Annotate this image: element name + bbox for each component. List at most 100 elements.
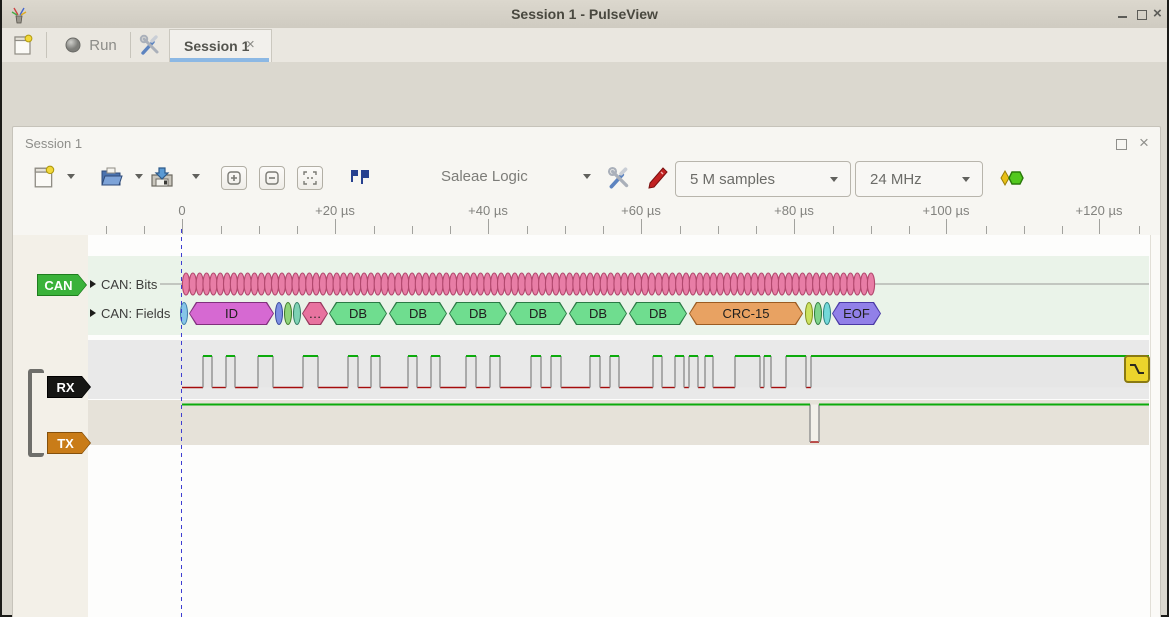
- ruler-tick-label: +100 µs: [923, 203, 970, 218]
- can-field-db: DB: [329, 302, 387, 325]
- decoder-tag-can[interactable]: CAN: [37, 274, 87, 296]
- add-decoder-button[interactable]: [998, 167, 1026, 189]
- ruler-minor-tick: [871, 226, 872, 234]
- ruler-minor-tick: [718, 226, 719, 234]
- new-file-dropdown-caret[interactable]: [67, 174, 75, 179]
- main-toolbar: Run Session 1 ×: [2, 28, 1167, 63]
- zoom-out-button[interactable]: [259, 166, 285, 190]
- can-field-id: ID: [189, 302, 274, 325]
- can-field-bit: [275, 302, 283, 325]
- decoder-row-bits-label[interactable]: CAN: Bits: [101, 277, 157, 292]
- sample-rate-value: 24 MHz: [870, 171, 962, 188]
- ruler-minor-tick: [603, 226, 604, 234]
- cursors-icon: [348, 167, 370, 189]
- ruler-minor-tick: [374, 226, 375, 234]
- can-field-bit: [823, 302, 831, 325]
- restore-icon[interactable]: [1116, 139, 1127, 150]
- device-config-button[interactable]: [605, 165, 633, 191]
- channels-button[interactable]: [643, 165, 669, 191]
- trigger-marker-falling-edge[interactable]: [1124, 355, 1150, 383]
- toolbar-separator: [46, 32, 47, 58]
- settings-button[interactable]: [136, 32, 164, 58]
- waveform-view[interactable]: [88, 235, 1149, 617]
- ruler-minor-tick: [565, 226, 566, 234]
- ruler-minor-tick: [259, 226, 260, 234]
- tab-session-1[interactable]: Session 1 ×: [169, 29, 272, 62]
- time-ruler[interactable]: 0+20 µs+40 µs+60 µs+80 µs+100 µs+120 µs: [13, 197, 1158, 235]
- ruler-major-tick: [794, 219, 795, 234]
- minimize-button[interactable]: [1118, 16, 1127, 18]
- device-selector[interactable]: Saleae Logic: [441, 168, 528, 185]
- run-state-icon: [65, 37, 81, 53]
- ruler-major-tick: [182, 219, 183, 234]
- ruler-minor-tick: [680, 226, 681, 234]
- ruler-major-tick: [946, 219, 947, 234]
- ruler-minor-tick: [450, 226, 451, 234]
- window-title: Session 1 - PulseView: [2, 6, 1167, 22]
- ruler-minor-tick: [1139, 226, 1140, 234]
- expand-arrow-icon[interactable]: [90, 280, 96, 288]
- zoom-fit-button[interactable]: [297, 166, 323, 190]
- signal-tag-tx[interactable]: TX: [47, 432, 91, 454]
- ruler-minor-tick: [909, 226, 910, 234]
- sample-rate-select[interactable]: 24 MHz: [855, 161, 983, 197]
- can-field-…: …: [302, 302, 328, 325]
- open-dropdown-caret[interactable]: [135, 174, 143, 179]
- zoom-fit-icon: [303, 171, 317, 185]
- can-field-db: DB: [389, 302, 447, 325]
- ruler-tick-label: +20 µs: [315, 203, 355, 218]
- toolbar-separator: [130, 32, 131, 58]
- ruler-minor-tick: [412, 226, 413, 234]
- subwindow-close-icon[interactable]: ×: [1139, 133, 1149, 153]
- new-file-button[interactable]: [31, 163, 57, 191]
- ruler-minor-tick: [1024, 226, 1025, 234]
- save-dropdown-caret[interactable]: [192, 174, 200, 179]
- ruler-major-tick: [335, 219, 336, 234]
- samples-dropdown-caret: [830, 177, 838, 182]
- pulseview-window: Session 1 - PulseView × Run: [0, 0, 1169, 617]
- can-field-db: DB: [629, 302, 687, 325]
- tx-tag-label: TX: [57, 436, 74, 451]
- can-field-db: DB: [509, 302, 567, 325]
- ruler-minor-tick: [756, 226, 757, 234]
- signal-tag-rx[interactable]: RX: [47, 376, 91, 398]
- sample-count-value: 5 M samples: [690, 171, 830, 188]
- ruler-tick-label: 0: [178, 203, 185, 218]
- expand-arrow-icon[interactable]: [90, 309, 96, 317]
- show-cursors-button[interactable]: [346, 165, 372, 191]
- can-field-crc-15: CRC-15: [689, 302, 803, 325]
- ruler-minor-tick: [106, 226, 107, 234]
- ruler-major-tick: [641, 219, 642, 234]
- run-button[interactable]: Run: [56, 32, 126, 58]
- ruler-tick-label: +120 µs: [1076, 203, 1123, 218]
- tab-close-icon[interactable]: ×: [246, 36, 255, 53]
- time-zero-cursor[interactable]: [181, 229, 182, 617]
- ruler-minor-tick: [986, 226, 987, 234]
- falling-edge-icon: [1129, 361, 1145, 377]
- device-dropdown-caret[interactable]: [583, 174, 591, 179]
- rate-dropdown-caret: [962, 177, 970, 182]
- tools-icon: [138, 33, 162, 57]
- close-button[interactable]: ×: [1153, 5, 1162, 22]
- subwindow-title: Session 1: [25, 136, 82, 151]
- can-field-eof: EOF: [832, 302, 881, 325]
- new-session-button[interactable]: [10, 33, 36, 57]
- vertical-scrollbar[interactable]: [1150, 235, 1160, 617]
- run-label: Run: [89, 37, 117, 54]
- probe-icon: [644, 166, 668, 190]
- zoom-in-icon: [227, 171, 241, 185]
- ruler-minor-tick: [144, 226, 145, 234]
- zoom-out-icon: [265, 171, 279, 185]
- sample-count-select[interactable]: 5 M samples: [675, 161, 851, 197]
- save-button[interactable]: [148, 163, 176, 191]
- mdi-area: Session 1 ×: [2, 62, 1167, 615]
- ruler-tick-label: +80 µs: [774, 203, 814, 218]
- maximize-button[interactable]: [1137, 10, 1147, 20]
- zoom-in-button[interactable]: [221, 166, 247, 190]
- decoder-icon: [999, 168, 1025, 188]
- open-button[interactable]: [98, 163, 124, 191]
- title-bar[interactable]: Session 1 - PulseView ×: [2, 0, 1167, 29]
- ruler-major-tick: [488, 219, 489, 234]
- trace-group-bracket[interactable]: [28, 369, 44, 457]
- decoder-row-fields-label[interactable]: CAN: Fields: [101, 306, 170, 321]
